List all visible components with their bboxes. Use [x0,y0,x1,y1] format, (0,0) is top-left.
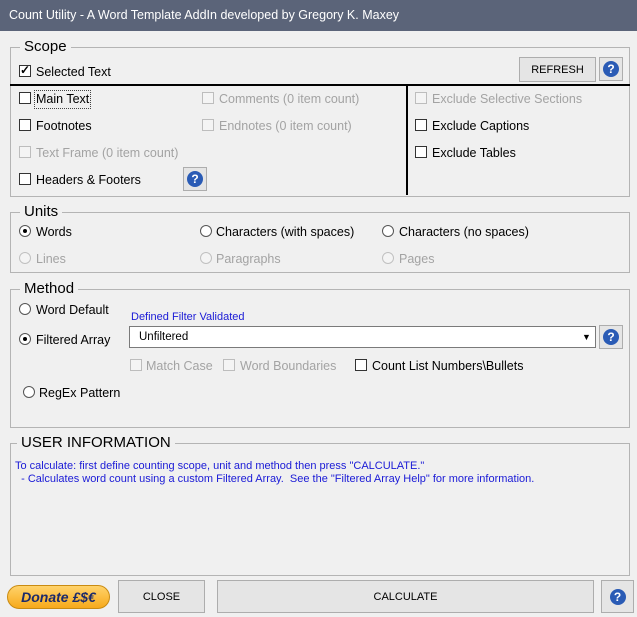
main-text-label: Main Text [33,90,92,109]
text-frame-label: Text Frame (0 item count) [36,146,179,160]
comments-checkbox [202,92,214,104]
pages-label: Pages [399,252,435,266]
calculate-button[interactable]: CALCULATE [217,580,594,613]
regex-radio[interactable] [23,386,35,398]
selected-text-label: Selected Text [36,65,111,79]
help-icon: ? [187,171,203,187]
scope-help-button[interactable]: ? [599,57,623,81]
word-boundaries-checkbox [223,359,235,371]
main-text-checkbox[interactable] [19,92,31,104]
count-list-checkbox[interactable] [355,359,367,371]
paragraphs-label: Paragraphs [216,252,281,266]
pages-radio [382,252,394,264]
donate-button[interactable]: Donate £$€ [7,585,110,609]
headers-footers-checkbox[interactable] [19,173,31,185]
scope-divider-horizontal [10,84,630,86]
user-info-legend: USER INFORMATION [17,434,175,452]
word-default-radio[interactable] [19,303,31,315]
headers-footers-label: Headers & Footers [36,173,141,187]
scope-divider-vertical [406,84,408,195]
chars-spaces-radio[interactable] [200,225,212,237]
lines-radio [19,252,31,264]
exclude-tables-label: Exclude Tables [432,146,516,160]
exclude-selective-label: Exclude Selective Sections [432,92,583,106]
exclude-captions-label: Exclude Captions [432,119,530,133]
exclude-tables-checkbox[interactable] [415,146,427,158]
close-button[interactable]: CLOSE [118,580,205,613]
words-label: Words [36,225,72,239]
exclude-captions-checkbox[interactable] [415,119,427,131]
footnotes-label: Footnotes [36,119,92,133]
match-case-label: Match Case [146,359,213,373]
endnotes-label: Endnotes (0 item count) [219,119,352,133]
refresh-button[interactable]: REFRESH [519,57,596,82]
selected-text-checkbox[interactable] [19,63,31,77]
endnotes-checkbox [202,119,214,131]
help-icon: ? [603,61,619,77]
filter-combobox[interactable]: Unfiltered ▼ [129,326,596,348]
word-boundaries-label: Word Boundaries [240,359,337,373]
chars-nospaces-radio[interactable] [382,225,394,237]
headers-footers-help-button[interactable]: ? [183,167,207,191]
scope-legend: Scope [20,38,71,56]
user-info-line-2: - Calculates word count using a custom F… [15,473,535,485]
main-help-button[interactable]: ? [601,580,634,613]
filter-help-button[interactable]: ? [599,325,623,349]
match-case-checkbox [130,359,142,371]
lines-label: Lines [36,252,66,266]
footnotes-checkbox[interactable] [19,119,31,131]
filter-status-text: Defined Filter Validated [131,311,245,323]
text-frame-checkbox [19,146,31,158]
chevron-down-icon[interactable]: ▼ [578,327,595,347]
filtered-array-radio[interactable] [19,333,31,345]
exclude-selective-checkbox [415,92,427,104]
help-icon: ? [609,588,626,605]
paragraphs-radio [200,252,212,264]
chars-nospaces-label: Characters (no spaces) [399,225,529,239]
chars-spaces-label: Characters (with spaces) [216,225,355,239]
filtered-array-label: Filtered Array [36,333,111,347]
window-title: Count Utility - A Word Template AddIn de… [0,0,637,31]
user-info-line-1: To calculate: first define counting scop… [15,460,425,472]
units-group [10,212,630,273]
word-default-label: Word Default [36,303,109,317]
regex-label: RegEx Pattern [39,386,121,400]
count-list-label: Count List Numbers\Bullets [372,359,524,373]
help-icon: ? [603,329,619,345]
units-legend: Units [20,203,63,221]
filter-combobox-value: Unfiltered [139,331,189,343]
method-legend: Method [20,280,79,298]
comments-label: Comments (0 item count) [219,92,360,106]
words-radio[interactable] [19,225,31,237]
